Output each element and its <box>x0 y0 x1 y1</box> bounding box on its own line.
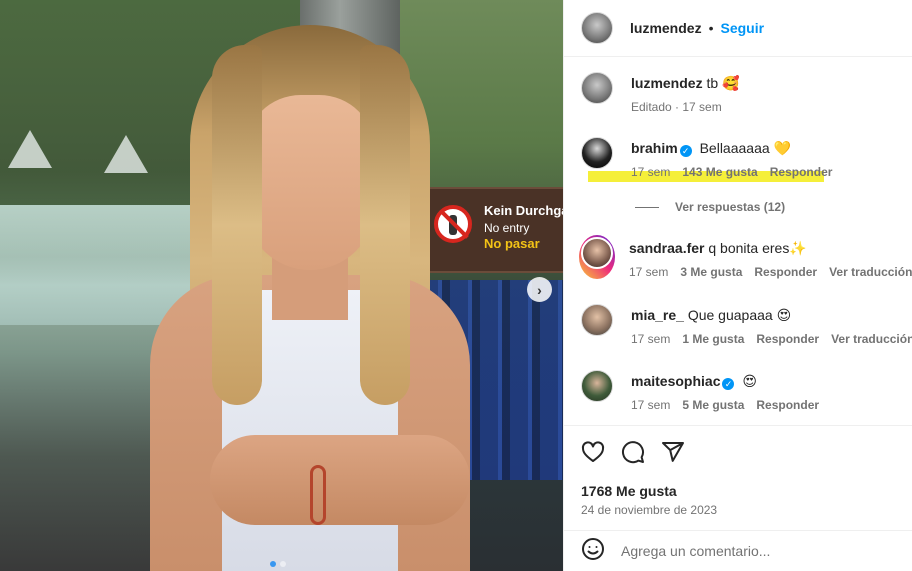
comment-time[interactable]: 17 sem <box>631 165 670 179</box>
comment-text: q bonita eres✨ <box>708 240 807 256</box>
caption: luzmendez tb 🥰 Editado · 17 sem <box>581 72 739 114</box>
post-side-panel: luzmendez • Seguir luzmendez tb 🥰 Editad… <box>563 0 912 571</box>
caption-username[interactable]: luzmendez <box>631 75 703 91</box>
translate-button[interactable]: Ver traducción <box>829 265 912 279</box>
add-comment-bar <box>564 530 912 571</box>
sign-line-2: No entry <box>484 221 530 235</box>
commenter-avatar[interactable] <box>581 304 613 336</box>
verified-badge-icon: ✓ <box>722 378 735 390</box>
caption-text: tb 🥰 <box>706 75 740 91</box>
comment-input[interactable] <box>621 543 891 559</box>
chevron-right-icon: › <box>537 281 542 298</box>
send-icon[interactable] <box>661 440 685 464</box>
comment-likes[interactable]: 1 Me gusta <box>682 332 744 346</box>
comment-username[interactable]: sandraa.fer <box>629 240 704 256</box>
reply-button[interactable]: Responder <box>756 398 819 412</box>
author-username[interactable]: luzmendez <box>630 20 702 36</box>
translate-button[interactable]: Ver traducción <box>831 332 912 346</box>
carousel-next-button[interactable]: › <box>527 277 552 302</box>
decal-triangle <box>8 130 52 168</box>
comment-time[interactable]: 17 sem <box>631 398 670 412</box>
verified-badge-icon: ✓ <box>679 145 692 157</box>
story-ring[interactable] <box>579 235 615 279</box>
post-date: 24 de noviembre de 2023 <box>581 503 718 517</box>
comment-item: mia_re_ Que guapaaa 😍 17 sem 1 Me gusta … <box>581 304 912 346</box>
reply-button[interactable]: Responder <box>770 165 833 179</box>
comment-item: maitesophiac ✓ 😍 17 sem 5 Me gusta Respon… <box>581 370 819 412</box>
comment-time[interactable]: 17 sem <box>631 332 670 346</box>
person <box>150 25 470 571</box>
comment-text: Que guapaaa 😍 <box>687 307 792 323</box>
reply-button[interactable]: Responder <box>754 265 817 279</box>
post-photo: Kein Durchgang No entry No pasar › <box>0 0 563 571</box>
carousel-dot-active <box>270 561 276 567</box>
comments-list: luzmendez tb 🥰 Editado · 17 sem brahim ✓ … <box>564 57 912 425</box>
post-header: luzmendez • Seguir <box>564 0 912 57</box>
sign-line-1: Kein Durchgang <box>484 203 563 218</box>
comment-item: sandraa.fer q bonita eres✨ 17 sem 3 Me g… <box>579 235 912 279</box>
comment-likes[interactable]: 3 Me gusta <box>680 265 742 279</box>
comment-time[interactable]: 17 sem <box>629 265 668 279</box>
comment-username[interactable]: maitesophiac <box>631 373 720 389</box>
comment-item: brahim ✓ Bellaaaaaa 💛 17 sem 143 Me gusta… <box>581 137 832 179</box>
separator-dot: • <box>708 20 714 36</box>
commenter-avatar[interactable] <box>581 370 613 402</box>
caption-meta: Editado · 17 sem <box>631 100 722 114</box>
crossed-arms <box>210 435 470 525</box>
view-replies-label: Ver respuestas (12) <box>675 200 786 214</box>
decal-triangle <box>104 135 148 173</box>
carousel-dot <box>280 561 286 567</box>
comment-likes[interactable]: 143 Me gusta <box>682 165 757 179</box>
author-avatar[interactable] <box>581 12 613 44</box>
like-count[interactable]: 1768 Me gusta <box>581 483 677 499</box>
comment-icon[interactable] <box>621 440 645 464</box>
view-replies-button[interactable]: Ver respuestas (12) <box>635 200 785 214</box>
commenter-avatar <box>581 237 613 269</box>
hair-strand-right <box>360 45 410 405</box>
comment-username[interactable]: mia_re_ <box>631 307 684 323</box>
hair-strand-left <box>212 45 262 405</box>
replies-line <box>635 206 659 208</box>
face <box>245 95 375 270</box>
comment-likes[interactable]: 5 Me gusta <box>682 398 744 412</box>
bracelet <box>310 465 326 525</box>
comment-text: 😍 <box>742 373 757 389</box>
reply-button[interactable]: Responder <box>756 332 819 346</box>
sign-line-3: No pasar <box>484 236 540 251</box>
post-actions: 1768 Me gusta 24 de noviembre de 2023 <box>564 425 912 530</box>
emoji-icon[interactable] <box>581 537 605 566</box>
follow-button[interactable]: Seguir <box>720 20 764 36</box>
commenter-avatar[interactable] <box>581 137 613 169</box>
author-avatar[interactable] <box>581 72 613 104</box>
carousel-dots <box>270 561 286 567</box>
comment-username[interactable]: brahim <box>631 140 678 156</box>
comment-text: Bellaaaaaa 💛 <box>699 140 791 156</box>
heart-icon[interactable] <box>581 440 605 464</box>
